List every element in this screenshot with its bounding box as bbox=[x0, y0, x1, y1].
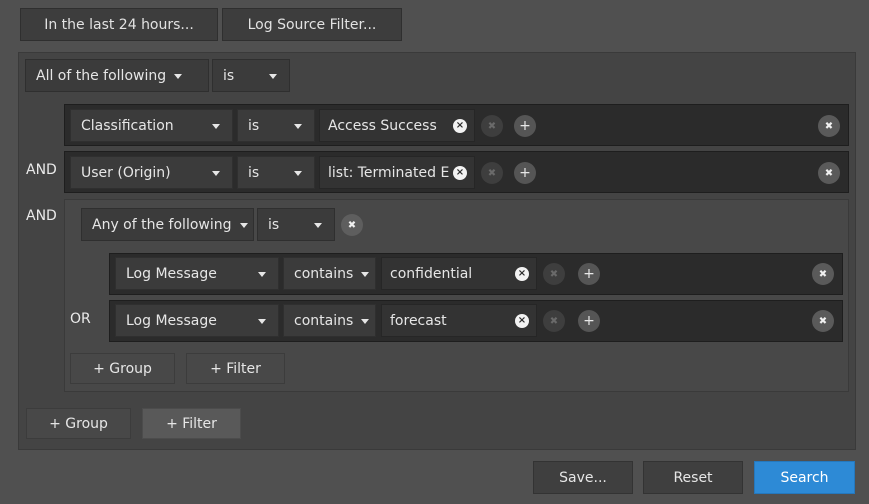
reset-button[interactable]: Reset bbox=[643, 461, 743, 494]
filter-value-text: Access Success bbox=[328, 117, 437, 134]
remove-filter-icon[interactable]: ✖ bbox=[818, 115, 840, 137]
group-filter-value-input[interactable]: forecast × bbox=[381, 304, 537, 337]
filter-field-value: User (Origin) bbox=[81, 164, 171, 181]
group-filter-field-select[interactable]: Log Message bbox=[115, 257, 279, 290]
chevron-down-icon bbox=[258, 319, 266, 324]
root-operator-select[interactable]: is bbox=[212, 59, 290, 92]
filter-field-select[interactable]: Classification bbox=[70, 109, 233, 142]
clear-icon[interactable]: × bbox=[453, 166, 467, 180]
filter-value-text: list: Terminated E bbox=[328, 164, 450, 181]
remove-value-icon[interactable]: ✖ bbox=[481, 115, 503, 137]
group-filter-field-select[interactable]: Log Message bbox=[115, 304, 279, 337]
group-quantifier-value: Any of the following bbox=[92, 216, 232, 233]
remove-filter-icon[interactable]: ✖ bbox=[818, 162, 840, 184]
root-quantifier-select[interactable]: All of the following bbox=[25, 59, 209, 92]
connector-label: AND bbox=[26, 208, 57, 224]
group-operator-value: is bbox=[268, 216, 280, 233]
filter-value-input[interactable]: Access Success × bbox=[319, 109, 475, 142]
group-add-group-button[interactable]: + Group bbox=[70, 353, 175, 384]
chevron-down-icon bbox=[269, 74, 277, 79]
add-value-icon[interactable]: + bbox=[578, 310, 600, 332]
connector-label: AND bbox=[26, 162, 57, 178]
group-filter-value-input[interactable]: confidential × bbox=[381, 257, 537, 290]
remove-filter-icon[interactable]: ✖ bbox=[812, 263, 834, 285]
group-add-filter-button[interactable]: + Filter bbox=[186, 353, 285, 384]
add-group-label: + Group bbox=[49, 415, 108, 432]
group-filter-field-value: Log Message bbox=[126, 312, 217, 329]
group-filter-value-text: confidential bbox=[390, 265, 473, 282]
filter-operator-select[interactable]: is bbox=[237, 109, 315, 142]
group-filter-operator-select[interactable]: contains bbox=[283, 304, 376, 337]
add-group-button[interactable]: + Group bbox=[26, 408, 131, 439]
reset-label: Reset bbox=[673, 469, 713, 486]
chevron-down-icon bbox=[361, 318, 370, 324]
add-filter-label: + Filter bbox=[166, 415, 217, 432]
group-filter-field-value: Log Message bbox=[126, 265, 217, 282]
remove-filter-icon[interactable]: ✖ bbox=[812, 310, 834, 332]
filter-value-input[interactable]: list: Terminated E × bbox=[319, 156, 475, 189]
clear-icon[interactable]: × bbox=[453, 119, 467, 133]
save-label: Save... bbox=[559, 469, 607, 486]
add-value-icon[interactable]: + bbox=[578, 263, 600, 285]
filter-field-select[interactable]: User (Origin) bbox=[70, 156, 233, 189]
add-value-icon[interactable]: + bbox=[514, 115, 536, 137]
root-quantifier-value: All of the following bbox=[36, 67, 167, 84]
filter-field-value: Classification bbox=[81, 117, 174, 134]
group-add-group-label: + Group bbox=[93, 360, 152, 377]
save-button[interactable]: Save... bbox=[533, 461, 633, 494]
log-source-filter-button[interactable]: Log Source Filter... bbox=[222, 8, 402, 41]
chevron-down-icon bbox=[212, 124, 220, 129]
clear-icon[interactable]: × bbox=[515, 314, 529, 328]
group-filter-operator-value: contains bbox=[294, 312, 354, 329]
filter-operator-value: is bbox=[248, 117, 260, 134]
filter-operator-value: is bbox=[248, 164, 260, 181]
filter-operator-select[interactable]: is bbox=[237, 156, 315, 189]
search-label: Search bbox=[780, 469, 829, 486]
group-operator-select[interactable]: is bbox=[257, 208, 335, 241]
remove-group-icon[interactable]: ✖ bbox=[341, 214, 363, 236]
chevron-down-icon bbox=[258, 272, 266, 277]
chevron-down-icon bbox=[294, 124, 302, 129]
time-range-button[interactable]: In the last 24 hours... bbox=[20, 8, 218, 41]
chevron-down-icon bbox=[239, 222, 248, 228]
group-filter-operator-select[interactable]: contains bbox=[283, 257, 376, 290]
connector-label: OR bbox=[70, 311, 91, 327]
chevron-down-icon bbox=[294, 171, 302, 176]
time-range-label: In the last 24 hours... bbox=[44, 16, 194, 33]
remove-value-icon[interactable]: ✖ bbox=[543, 310, 565, 332]
group-quantifier-select[interactable]: Any of the following bbox=[81, 208, 254, 241]
group-add-filter-label: + Filter bbox=[210, 360, 261, 377]
group-filter-operator-value: contains bbox=[294, 265, 354, 282]
remove-value-icon[interactable]: ✖ bbox=[481, 162, 503, 184]
log-source-filter-label: Log Source Filter... bbox=[247, 16, 377, 33]
chevron-down-icon bbox=[174, 73, 183, 79]
chevron-down-icon bbox=[361, 271, 370, 277]
add-value-icon[interactable]: + bbox=[514, 162, 536, 184]
chevron-down-icon bbox=[212, 171, 220, 176]
clear-icon[interactable]: × bbox=[515, 267, 529, 281]
group-filter-value-text: forecast bbox=[390, 312, 447, 329]
root-operator-value: is bbox=[223, 67, 235, 84]
remove-value-icon[interactable]: ✖ bbox=[543, 263, 565, 285]
chevron-down-icon bbox=[314, 223, 322, 228]
add-filter-button[interactable]: + Filter bbox=[142, 408, 241, 439]
search-button[interactable]: Search bbox=[754, 461, 855, 494]
